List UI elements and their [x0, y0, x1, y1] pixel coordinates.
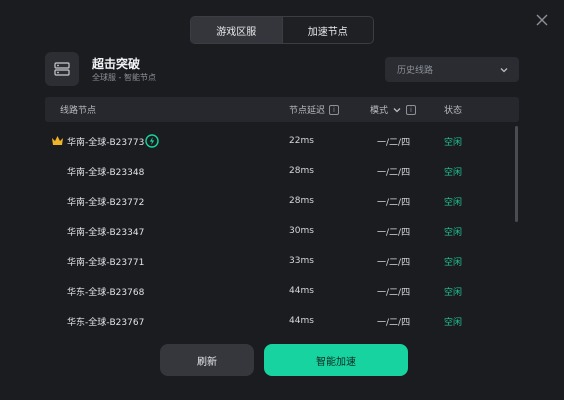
node-latency: 30ms	[289, 226, 314, 236]
server-icon	[45, 52, 79, 86]
node-latency: 44ms	[289, 286, 314, 296]
node-name: 华南-全球-B23771	[67, 257, 145, 268]
node-status: 空闲	[444, 167, 463, 178]
node-mode: 一/二/四	[377, 167, 411, 178]
header-status-label: 状态	[444, 106, 463, 116]
refresh-button[interactable]: 刷新	[160, 344, 254, 376]
node-mode: 一/二/四	[377, 197, 411, 208]
info-icon[interactable]: i	[406, 104, 417, 115]
node-latency: 33ms	[289, 256, 314, 266]
node-mode: 一/二/四	[377, 227, 411, 238]
node-name: 华南-全球-B23348	[67, 167, 145, 178]
node-latency: 28ms	[289, 166, 314, 176]
node-status: 空闲	[444, 257, 463, 268]
region-node-tabs: 游戏区服 加速节点	[190, 16, 374, 44]
boost-badge-icon	[145, 134, 159, 148]
history-routes-label: 历史线路	[397, 66, 434, 76]
table-row[interactable]: 华东-全球-B23767 44ms 一/二/四 空闲	[45, 306, 515, 336]
info-icon[interactable]: i	[329, 104, 340, 115]
header-node-label: 线路节点	[60, 106, 97, 116]
game-subtitle: 全球服 - 智能节点	[92, 73, 156, 82]
table-row[interactable]: 华南-全球-B23773 22ms 一/二/四 空闲	[45, 126, 515, 156]
node-latency: 44ms	[289, 316, 314, 326]
node-status: 空闲	[444, 227, 463, 238]
node-name: 华东-全球-B23767	[67, 317, 145, 328]
table-row[interactable]: 华南-全球-B23772 28ms 一/二/四 空闲	[45, 186, 515, 216]
crown-icon	[52, 136, 63, 145]
game-title: 超击突破	[92, 57, 141, 71]
header-mode[interactable]: 模式 i	[370, 97, 417, 122]
node-name: 华东-全球-B23768	[67, 287, 145, 298]
node-mode: 一/二/四	[377, 257, 411, 268]
node-latency: 22ms	[289, 136, 314, 146]
header-mode-label: 模式	[370, 106, 389, 116]
node-list: 华南-全球-B23773 22ms 一/二/四 空闲 华南-全球-B23348 …	[45, 126, 515, 336]
close-icon[interactable]	[536, 14, 548, 26]
tab-game-region[interactable]: 游戏区服	[191, 17, 282, 43]
node-status: 空闲	[444, 137, 463, 148]
header-status: 状态	[444, 97, 462, 122]
table-row[interactable]: 华南-全球-B23348 28ms 一/二/四 空闲	[45, 156, 515, 186]
node-mode: 一/二/四	[377, 287, 411, 298]
node-mode: 一/二/四	[377, 137, 411, 148]
chevron-down-icon[interactable]	[392, 105, 402, 115]
chevron-down-icon	[500, 67, 508, 72]
node-latency: 28ms	[289, 196, 314, 206]
tab-accel-nodes[interactable]: 加速节点	[281, 17, 374, 43]
node-name: 华南-全球-B23347	[67, 227, 145, 238]
history-routes-dropdown[interactable]: 历史线路	[385, 57, 519, 82]
node-status: 空闲	[444, 197, 463, 208]
header-latency-label: 节点延迟	[289, 106, 326, 116]
table-row[interactable]: 华南-全球-B23771 33ms 一/二/四 空闲	[45, 246, 515, 276]
node-status: 空闲	[444, 317, 463, 328]
node-name: 华南-全球-B23772	[67, 197, 145, 208]
list-scrollbar[interactable]	[515, 126, 518, 222]
table-row[interactable]: 华东-全球-B23768 44ms 一/二/四 空闲	[45, 276, 515, 306]
node-mode: 一/二/四	[377, 317, 411, 328]
table-row[interactable]: 华南-全球-B23347 30ms 一/二/四 空闲	[45, 216, 515, 246]
header-node: 线路节点	[60, 97, 96, 122]
smart-accelerate-button[interactable]: 智能加速	[264, 344, 408, 376]
node-name: 华南-全球-B23773	[67, 137, 145, 148]
node-status: 空闲	[444, 287, 463, 298]
table-header: 线路节点 节点延迟 i 模式 i 状态	[45, 97, 519, 122]
header-latency: 节点延迟 i	[289, 97, 340, 122]
